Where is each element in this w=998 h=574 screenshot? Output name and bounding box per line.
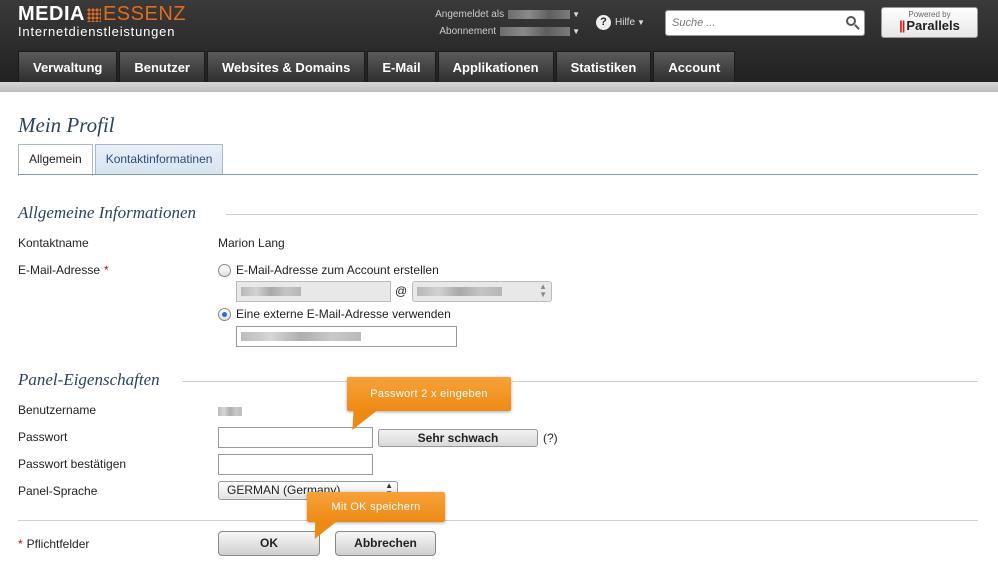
contact-name-value: Marion Lang <box>218 236 285 250</box>
search-box <box>665 10 865 36</box>
chevron-down-icon: ▼ <box>637 18 645 27</box>
brand-logo[interactable]: MEDIA ESSENZ <box>18 3 186 26</box>
required-fields-label: Pflichtfelder <box>26 537 90 551</box>
save-tip-callout: Mit OK speichern <box>307 492 445 522</box>
contact-name-label: Kontaktname <box>18 236 89 250</box>
logged-in-user-redacted <box>508 10 571 19</box>
email-option-create-radio[interactable] <box>218 264 231 277</box>
logged-in-label: Angemeldet als <box>435 9 505 20</box>
chevron-down-icon: ▼ <box>572 10 580 19</box>
brand-name-part2: ESSENZ <box>102 3 186 25</box>
nav-item-applikationen[interactable]: Applikationen <box>437 51 554 82</box>
profile-tabs: Allgemein Kontaktinformatinen <box>18 144 225 176</box>
password-confirm-input[interactable] <box>218 454 373 475</box>
password-tip-callout: Passwort 2 x eingeben <box>347 377 511 411</box>
brand-tagline: Internetdienstleistungen <box>18 24 176 39</box>
nav-item-websites-domains[interactable]: Websites & Domains <box>206 51 366 82</box>
email-label-text: E-Mail-Adresse <box>18 263 101 277</box>
required-mark: * <box>18 537 23 551</box>
main-navigation: Verwaltung Benutzer Websites & Domains E… <box>18 51 737 82</box>
external-email-redacted <box>241 332 361 341</box>
section-divider <box>226 214 978 215</box>
logo-dots-icon <box>86 7 101 22</box>
email-option-external-label[interactable]: Eine externe E-Mail-Adresse verwenden <box>236 307 451 321</box>
section-title-general: Allgemeine Informationen <box>18 203 196 222</box>
save-tip-callout-tail <box>308 521 338 539</box>
brand-name-part1: MEDIA <box>18 3 85 25</box>
section-divider <box>182 381 347 382</box>
cancel-button[interactable]: Abbrechen <box>335 531 436 556</box>
chevron-down-icon: ▼ <box>572 27 580 36</box>
ok-button[interactable]: OK <box>218 531 320 556</box>
nav-item-verwaltung[interactable]: Verwaltung <box>18 51 118 82</box>
subscription-row[interactable]: Abonnement ▼ <box>380 23 580 40</box>
password-input[interactable] <box>218 427 373 448</box>
username-label: Benutzername <box>18 403 97 417</box>
password-label: Passwort <box>18 430 68 444</box>
required-fields-note: * Pflichtfelder <box>18 537 89 551</box>
header: MEDIA ESSENZ Internetdienstleistungen Ang… <box>0 0 998 92</box>
nav-item-statistiken[interactable]: Statistiken <box>555 51 652 82</box>
help-icon: ? <box>596 15 611 30</box>
email-domain-redacted <box>417 287 502 296</box>
nav-item-benutzer[interactable]: Benutzer <box>119 51 205 82</box>
subscription-redacted <box>500 27 571 36</box>
panel-language-label: Panel-Sprache <box>18 484 98 498</box>
tab-allgemein[interactable]: Allgemein <box>18 144 93 176</box>
logged-in-row[interactable]: Angemeldet als ▼ <box>380 6 580 23</box>
nav-item-account[interactable]: Account <box>653 51 736 82</box>
search-input[interactable] <box>666 11 836 35</box>
parallels-logo-icon: || <box>899 18 905 33</box>
page-title: Mein Profil <box>18 113 115 137</box>
external-email-input[interactable] <box>236 326 457 347</box>
search-icon[interactable] <box>846 16 856 26</box>
email-option-create-label[interactable]: E-Mail-Adresse zum Account erstellen <box>236 263 439 277</box>
powered-by-badge[interactable]: Powered by || Parallels <box>881 7 978 38</box>
email-local-part-input[interactable] <box>236 281 391 302</box>
select-arrows-icon: ▲▼ <box>539 282 547 299</box>
email-domain-select[interactable]: ▲ ▼ <box>412 281 552 302</box>
section-divider <box>512 381 978 382</box>
powered-by-brand-name: Parallels <box>906 18 960 33</box>
username-value-redacted <box>218 407 242 416</box>
password-help-link[interactable]: (?) <box>543 431 558 445</box>
help-label: Hilfe <box>615 17 636 28</box>
powered-by-brand: || Parallels <box>882 18 977 33</box>
footer-divider <box>18 520 978 521</box>
email-option-external-radio[interactable] <box>218 308 231 321</box>
required-mark: * <box>104 263 109 277</box>
email-local-part-redacted <box>241 287 301 296</box>
help-menu[interactable]: ? Hilfe ▼ <box>596 15 645 30</box>
password-confirm-label: Passwort bestätigen <box>18 457 127 471</box>
tab-divider <box>18 174 978 175</box>
nav-underline-bar <box>0 82 998 92</box>
email-at-sign: @ <box>395 284 408 298</box>
subscription-label: Abonnement <box>439 26 497 37</box>
section-title-panel: Panel-Eigenschaften <box>18 370 160 389</box>
password-strength-meter: Sehr schwach <box>378 429 538 447</box>
account-info: Angemeldet als ▼ Abonnement ▼ <box>380 6 580 40</box>
email-label: E-Mail-Adresse * <box>18 263 109 277</box>
nav-item-email[interactable]: E-Mail <box>367 51 436 82</box>
tab-kontaktinformationen[interactable]: Kontaktinformatinen <box>94 144 224 175</box>
